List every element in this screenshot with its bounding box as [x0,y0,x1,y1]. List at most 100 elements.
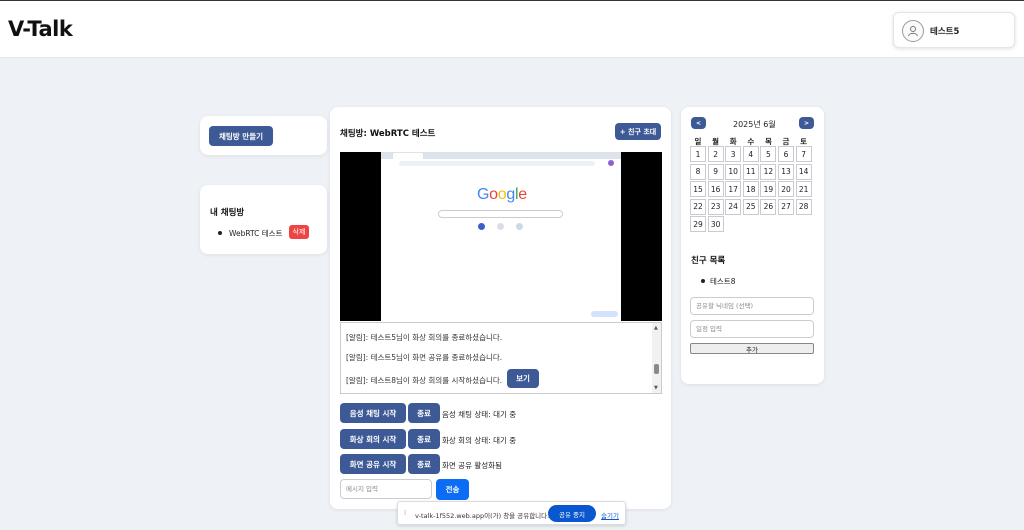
scroll-down-icon[interactable]: ▼ [654,385,658,391]
browser-tab [393,153,423,159]
chat-log[interactable]: [알림]: 테스트5님이 화상 회의를 종료하셨습니다. [알림]: 테스트5님… [340,322,662,394]
shared-screen-video[interactable]: Google [340,152,662,321]
bullet [218,231,222,235]
calendar-day[interactable]: 25 [742,198,759,215]
app-logo[interactable]: V-Talk [8,17,73,41]
calendar-day[interactable]: 28 [795,198,812,215]
prev-month-button[interactable]: < [691,117,706,129]
invite-friend-button[interactable]: + 친구 초대 [615,123,661,140]
voice-chat-start-button[interactable]: 음성 채팅 시작 [340,403,406,423]
screen-share-status: 화면 공유 활성화됨 [442,461,502,470]
message-input[interactable]: 메시지 입력 [340,479,432,499]
user-icon [908,26,918,37]
calendar-day[interactable]: 24 [725,198,742,215]
calendar-day[interactable]: 20 [778,181,794,198]
calendar-day[interactable]: 23 [707,198,724,215]
google-logo-letter: e [518,186,527,203]
calendar-day[interactable]: 6 [778,146,794,162]
scroll-up-icon[interactable]: ▲ [654,325,658,331]
google-logo-letter: G [477,186,490,203]
video-call-status: 화상 회의 상태: 대기 중 [442,436,517,445]
video-call-start-button[interactable]: 화상 회의 시작 [340,429,406,449]
calendar-day[interactable]: 5 [760,146,777,162]
scroll-thumb[interactable] [654,364,659,374]
voice-chat-status: 음성 채팅 상태: 대기 중 [442,410,517,419]
screen-share-start-button[interactable]: 화면 공유 시작 [340,454,406,474]
calendar-day[interactable]: 9 [707,163,724,180]
calendar-day[interactable]: 8 [690,163,706,180]
calendar-day[interactable]: 16 [707,181,724,198]
calendar-day[interactable]: 18 [742,181,759,198]
friends-title: 친구 목록 [691,256,726,266]
calendar-day[interactable]: 12 [760,163,777,180]
voice-chat-end-button[interactable]: 종료 [408,403,440,423]
screen-share-end-button[interactable]: 종료 [408,454,440,474]
calendar-day[interactable]: 22 [690,198,706,215]
chat-scrollbar[interactable]: ▲ ▼ [652,323,661,393]
app-header: V-Talk 테스트5 [0,0,1024,58]
bullet [701,279,705,283]
create-room-button[interactable]: 채팅방 만들기 [209,126,273,146]
chat-message: [알림]: 테스트5님이 화면 공유를 종료하셨습니다. [346,353,503,362]
shared-browser-window: Google [381,152,621,321]
calendar-day[interactable]: 11 [742,163,759,180]
hide-link[interactable]: 숨기기 [601,510,619,520]
calendar-day[interactable]: 15 [690,181,706,198]
video-call-end-button[interactable]: 종료 [408,429,440,449]
list-item[interactable]: WebRTC 테스트 삭제 [218,225,323,240]
google-search-box [438,210,563,218]
add-schedule-button[interactable]: 추가 [690,343,814,354]
browser-profile-icon [608,160,614,166]
send-button[interactable]: 전송 [436,479,469,500]
calendar-grid: 일 월 화 수 목 금 토 1 2 3 4 5 6 7 8 9 10 11 12 13 14 15 16 17 18 19 20 21… [690,136,818,236]
month-label: 2025년 6월 [733,120,776,129]
google-logo-letter: o [489,186,498,203]
calendar-day[interactable]: 10 [725,163,742,180]
friend-name: 테스트8 [710,277,736,286]
my-rooms-title: 내 채팅방 [210,208,245,218]
calendar-day[interactable]: 21 [795,181,812,198]
calendar-day[interactable]: 4 [742,146,759,162]
calendar-day[interactable]: 30 [707,216,724,233]
calendar-day[interactable]: 14 [795,163,812,180]
chat-room-title: 채팅방: WebRTC 테스트 [340,129,436,139]
calendar-day[interactable]: 7 [795,146,812,162]
google-logo: Google [477,186,527,204]
view-video-button[interactable]: 보기 [507,369,539,388]
nickname-input[interactable]: 공유할 닉네임 (선택) [690,297,814,315]
share-notice-text: v-talk-1f552.web.app이(가) 창을 공유합니다. [415,512,550,520]
browser-addressbar [399,161,595,166]
calendar-card: < 2025년 6월 > 일 월 화 수 목 금 토 1 2 3 4 5 6 7 8 9 10 11 12 13 14 1… [681,107,824,384]
customize-chip [591,311,618,317]
stop-sharing-button[interactable]: 공유 중지 [548,505,596,522]
calendar-day[interactable]: 13 [778,163,794,180]
chat-message: [알림]: 테스트5님이 화상 회의를 종료하셨습니다. [346,333,503,342]
calendar-day[interactable]: 26 [760,198,777,215]
shortcut-1 [478,223,485,230]
chat-message: [알림]: 테스트8님이 화상 회의를 시작하셨습니다. [346,376,503,385]
calendar-day[interactable]: 29 [690,216,706,233]
drag-handle-icon[interactable]: ⁞ [404,509,406,517]
calendar-day[interactable]: 1 [690,146,706,162]
calendar-day[interactable]: 19 [760,181,777,198]
schedule-input[interactable]: 일정 입력 [690,320,814,338]
calendar-day[interactable]: 27 [778,198,794,215]
google-logo-letter: g [506,186,515,203]
room-name[interactable]: WebRTC 테스트 [229,228,282,239]
screen-share-bar: ⁞ v-talk-1f552.web.app이(가) 창을 공유합니다. 공유 … [397,501,626,525]
chat-room-card: 채팅방: WebRTC 테스트 + 친구 초대 Google [알림]: 테스트… [330,107,671,509]
shortcut-2 [497,223,504,230]
next-month-button[interactable]: > [799,117,814,129]
shortcut-3 [516,223,523,230]
calendar-day[interactable]: 17 [725,181,742,198]
user-profile-card[interactable]: 테스트5 [893,12,1015,48]
avatar [902,20,924,42]
delete-room-button[interactable]: 삭제 [289,225,309,239]
my-rooms-card: 내 채팅방 WebRTC 테스트 삭제 [200,185,327,254]
list-item[interactable]: 테스트8 [701,275,781,287]
google-logo-text: Google [477,186,527,203]
calendar-day[interactable]: 3 [725,146,742,162]
create-room-card: 채팅방 만들기 [200,116,327,155]
calendar-day[interactable]: 2 [707,146,724,162]
user-name: 테스트5 [930,27,960,37]
